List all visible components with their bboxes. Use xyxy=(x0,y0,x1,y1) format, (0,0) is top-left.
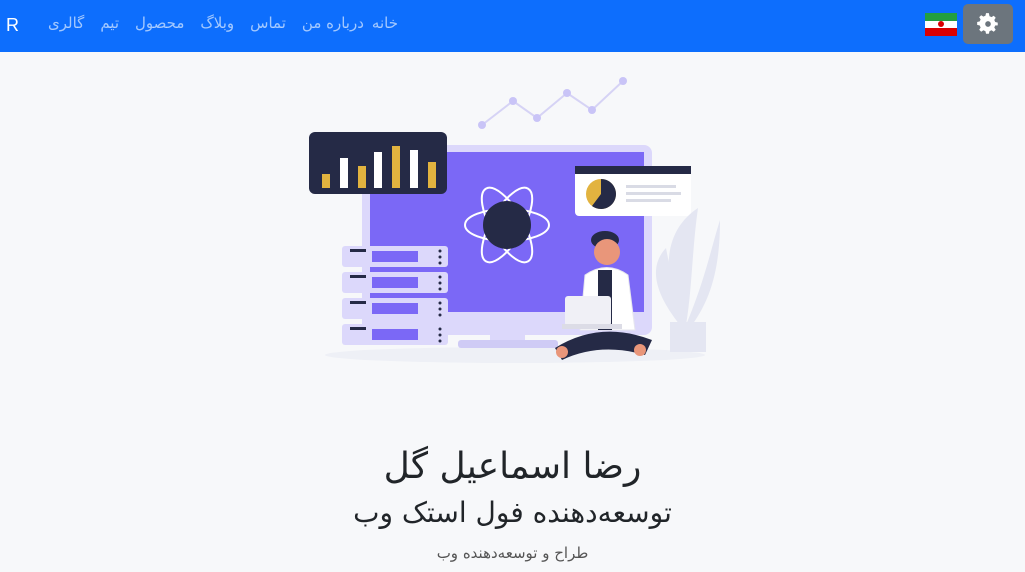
gear-icon xyxy=(977,13,998,34)
brand-logo[interactable]: R xyxy=(6,15,19,36)
hero-role: توسعه‌دهنده فول استک وب xyxy=(353,496,672,529)
hero-name: رضا اسماعیل گل xyxy=(383,446,642,487)
settings-button[interactable] xyxy=(963,4,1013,44)
nav-link-product[interactable]: محصول xyxy=(127,14,192,32)
nav-link-blog[interactable]: وبلاگ xyxy=(192,14,242,32)
nav-links: خانه درباره من تماس وبلاگ محصول تیم گالر… xyxy=(40,14,406,32)
nav-link-home[interactable]: خانه xyxy=(372,14,406,32)
iran-flag-icon[interactable] xyxy=(925,13,957,37)
nav-link-team[interactable]: تیم xyxy=(92,14,127,32)
nav-link-gallery[interactable]: گالری xyxy=(40,14,92,32)
hero-illustration xyxy=(300,70,730,370)
nav-link-about[interactable]: درباره من xyxy=(294,14,372,32)
nav-link-contact[interactable]: تماس xyxy=(242,14,294,32)
hero-tagline: طراح و توسعه‌دهنده وب xyxy=(436,544,589,562)
navbar: R خانه درباره من تماس وبلاگ محصول تیم گا… xyxy=(0,0,1025,52)
